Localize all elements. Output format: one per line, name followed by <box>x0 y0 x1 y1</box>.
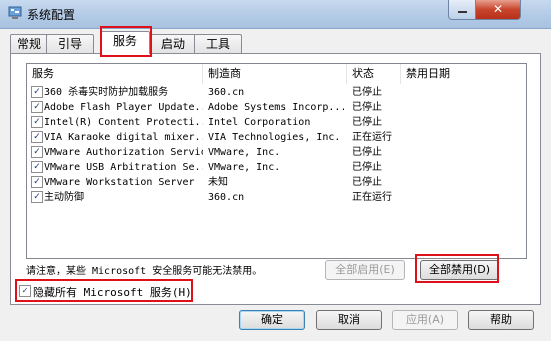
column-header-manufacturer[interactable]: 制造商 <box>203 64 347 84</box>
service-status: 正在运行 <box>352 192 392 203</box>
service-checkbox[interactable]: ✓ <box>31 161 43 173</box>
service-manufacturer: 未知 <box>208 177 228 188</box>
service-checkbox[interactable]: ✓ <box>31 191 43 203</box>
service-name: VMware Authorization Service <box>44 147 203 158</box>
title-bar: 系统配置 ✕ <box>0 0 551 29</box>
ok-button[interactable]: 确定 <box>239 310 305 330</box>
tab-startup[interactable]: 启动 <box>150 34 196 53</box>
table-row[interactable]: ✓ VIA Karaoke digital mixer... VIA Techn… <box>27 130 526 145</box>
service-manufacturer: 360.cn <box>208 87 245 98</box>
close-button[interactable]: ✕ <box>475 0 521 20</box>
service-name: 360 杀毒实时防护加载服务 <box>44 87 169 98</box>
service-manufacturer: Intel Corporation <box>208 117 311 128</box>
tab-tools[interactable]: 工具 <box>194 34 242 53</box>
service-checkbox[interactable]: ✓ <box>31 146 43 158</box>
window-title: 系统配置 <box>27 8 76 22</box>
table-row[interactable]: ✓ VMware Workstation Server 未知 已停止 <box>27 175 526 190</box>
service-checkbox[interactable]: ✓ <box>31 131 43 143</box>
service-manufacturer: 360.cn <box>208 192 245 203</box>
service-checkbox[interactable]: ✓ <box>31 116 43 128</box>
service-status: 已停止 <box>352 102 382 113</box>
service-checkbox[interactable]: ✓ <box>31 101 43 113</box>
service-name: Intel(R) Content Protecti... <box>44 117 203 128</box>
service-manufacturer: VMware, Inc. <box>208 162 281 173</box>
column-header-service[interactable]: 服务 <box>27 64 203 84</box>
table-row[interactable]: ✓ Adobe Flash Player Update... Adobe Sys… <box>27 100 526 115</box>
table-row[interactable]: ✓ 360 杀毒实时防护加载服务 360.cn 已停止 <box>27 85 526 100</box>
hide-microsoft-label: 隐藏所有 Microsoft 服务(H) <box>33 286 192 299</box>
services-panel: 服务 制造商 状态 禁用日期 ✓ 360 杀毒实时防护加载服务 360.cn 已… <box>10 53 541 305</box>
table-row[interactable]: ✓ VMware Authorization Service VMware, I… <box>27 145 526 160</box>
tab-boot[interactable]: 引导 <box>46 34 94 53</box>
service-manufacturer: VMware, Inc. <box>208 147 281 158</box>
service-name: VMware USB Arbitration Se... <box>44 162 203 173</box>
service-name: Adobe Flash Player Update... <box>44 102 203 113</box>
table-row[interactable]: ✓ 主动防御 360.cn 正在运行 <box>27 190 526 205</box>
service-checkbox[interactable]: ✓ <box>31 86 43 98</box>
service-status: 已停止 <box>352 177 382 188</box>
minimize-button[interactable] <box>448 0 476 20</box>
disable-all-button[interactable]: 全部禁用(D) <box>420 260 499 280</box>
service-status: 已停止 <box>352 117 382 128</box>
minimize-icon <box>457 11 467 13</box>
table-row[interactable]: ✓ VMware USB Arbitration Se... VMware, I… <box>27 160 526 175</box>
column-header-disabled-date[interactable]: 禁用日期 <box>401 64 526 84</box>
service-manufacturer: VIA Technologies, Inc. <box>208 132 341 143</box>
enable-all-button[interactable]: 全部启用(E) <box>325 260 405 280</box>
service-status: 正在运行 <box>352 132 392 143</box>
system-config-icon <box>8 6 22 19</box>
service-name: VIA Karaoke digital mixer... <box>44 132 203 143</box>
service-status: 已停止 <box>352 162 382 173</box>
service-checkbox[interactable]: ✓ <box>31 176 43 188</box>
service-manufacturer: Adobe Systems Incorp... <box>208 102 344 113</box>
security-notice: 请注意，某些 Microsoft 安全服务可能无法禁用。 <box>26 266 263 277</box>
service-name: 主动防御 <box>44 192 84 203</box>
table-row[interactable]: ✓ Intel(R) Content Protecti... Intel Cor… <box>27 115 526 130</box>
tab-general[interactable]: 常规 <box>10 34 48 53</box>
help-button[interactable]: 帮助 <box>468 310 534 330</box>
cancel-button[interactable]: 取消 <box>316 310 382 330</box>
column-header-status[interactable]: 状态 <box>347 64 401 84</box>
services-list: 服务 制造商 状态 禁用日期 ✓ 360 杀毒实时防护加载服务 360.cn 已… <box>26 63 527 259</box>
tab-services[interactable]: 服务 <box>100 31 150 54</box>
service-status: 已停止 <box>352 147 382 158</box>
service-status: 已停止 <box>352 87 382 98</box>
service-name: VMware Workstation Server <box>44 177 195 188</box>
apply-button[interactable]: 应用(A) <box>392 310 458 330</box>
hide-microsoft-checkbox[interactable]: ✓ <box>19 285 31 297</box>
